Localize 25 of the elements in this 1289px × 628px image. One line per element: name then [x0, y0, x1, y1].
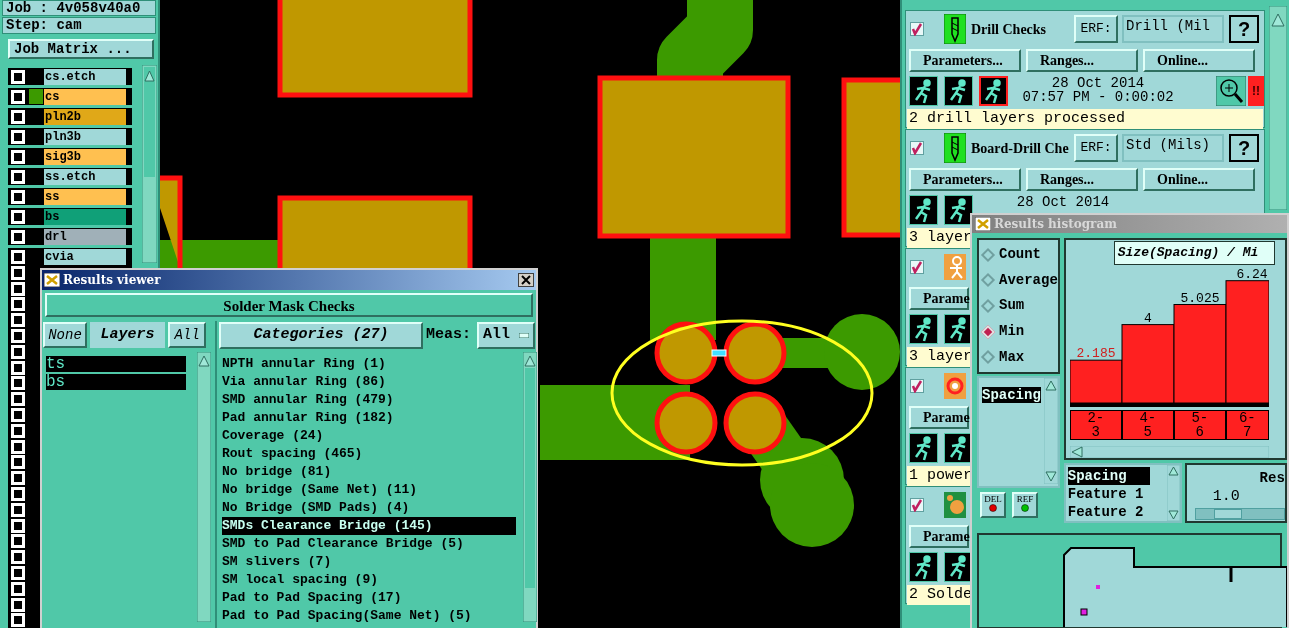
window-title: Results viewer [63, 272, 161, 289]
bar-value-label: 6.24 [1236, 266, 1268, 282]
x-tick-label: 4-5 [1138, 410, 1157, 440]
bin-label: 5-6 [1173, 410, 1226, 440]
run-time: 07:57 PM - 0:00:02 [1022, 90, 1174, 104]
job-name-label: Job : 4v058v40a0 [2, 0, 156, 16]
chart-title: Size(Spacing) / Mi [1113, 241, 1275, 265]
x-tick-label: 6-7 [1238, 410, 1257, 440]
meas-label: Meas: [426, 324, 471, 345]
bin-label: 4-5 [1121, 410, 1174, 440]
bar-value-label: 4 [1143, 310, 1152, 326]
check-title: Drill Checks [971, 20, 1048, 39]
x-tick-label: 2-3 [1086, 410, 1105, 440]
check-status: 2 drill layers processed [907, 109, 1263, 129]
resolution-value: 1.0 [1212, 489, 1241, 505]
bin-label: 6-7 [1225, 410, 1269, 440]
bar-value-label: 2.185 [1076, 346, 1116, 362]
bin-label: 2-3 [1069, 410, 1122, 440]
bar-value-label: 5.025 [1180, 290, 1220, 306]
x-tick-label: 5-6 [1190, 410, 1209, 440]
run-date: 28 Oct 2014 [1051, 76, 1145, 90]
alert-indicator: !! [1248, 76, 1264, 106]
check-title: Board-Drill Che [971, 139, 1070, 158]
step-label: Step: cam [2, 17, 156, 34]
run-date: 28 Oct 2014 [1016, 195, 1110, 209]
